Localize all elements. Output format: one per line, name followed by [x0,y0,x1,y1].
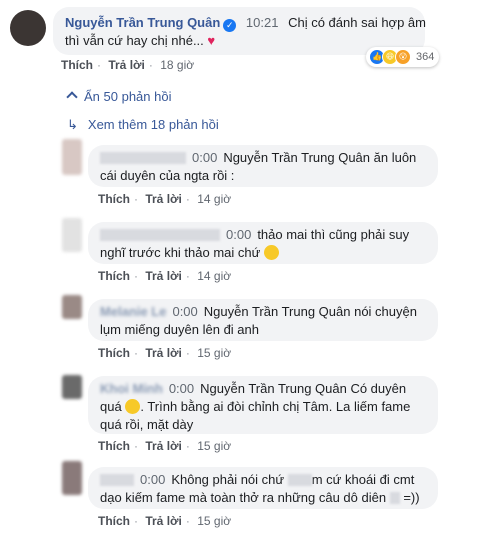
reply-text-line1: thảo mai thì cũng phải suy [257,227,410,242]
like-link[interactable]: Thích [98,269,130,283]
reply-bubble: Melanie Le 0:00 Nguyễn Trần Trung Quân nói… [88,299,438,341]
reaction-count: 364 [416,51,435,63]
reply-time: 0:00 [172,304,198,319]
like-link[interactable]: Thích [98,346,130,360]
reply-bubble: Khoi Minh 0:00 Nguyễn Trần Trung Quân Có d… [88,376,438,434]
reply-text-line1: Nguyễn Trần Trung Quân nói chuyện [203,304,417,319]
reply-time: 0:00 [140,472,166,487]
avatar[interactable] [62,461,82,495]
reply-time: 0:00 [226,227,252,242]
reply-author[interactable]: Khoi Minh [100,381,163,396]
reply-actions: Thích · Trả lời · 14 giờ [98,269,232,283]
like-link[interactable]: Thích [98,439,130,453]
comment-text-line2: thì vẫn cứ hay chị nhé... [65,33,204,48]
reply-actions: Thích · Trả lời · 15 giờ [98,346,232,360]
reply-actions: Thích · Trả lời · 14 giờ [98,192,232,206]
reply-bubble: 0:00 Không phải nói chứ m cứ khoái đi cmt… [88,467,438,509]
reply-text-line2: quá [100,399,122,414]
hide-replies-link[interactable]: Ẩn 50 phản hồi [66,89,171,104]
reply-link[interactable]: Trả lời [145,514,182,528]
reply-text-line2: lụm miếng duyên lên đi anh [100,322,259,337]
reply-actions: Thích · Trả lời · 15 giờ [98,514,232,528]
like-link[interactable]: Thích [61,58,93,72]
reply-bubble: 0:00 Nguyễn Trần Trung Quân ăn luôn cái d… [88,145,438,187]
heart-icon: ♥ [207,33,216,48]
reaction-summary[interactable]: 👍 😆 😮 364 [366,47,440,67]
chevron-up-icon [66,91,78,103]
smile-emoji-icon [263,245,279,260]
redacted-name[interactable] [100,229,220,241]
reply-text-line2: nghĩ trước khi thảo mai chứ [100,245,261,260]
reply-text-line1: Nguyễn Trần Trung Quân ăn luôn [223,150,417,165]
comment-actions: Thích · Trả lời · 18 giờ [61,58,195,72]
reply-age[interactable]: 14 giờ [197,269,231,283]
reply-link[interactable]: Trả lời [145,192,182,206]
reply-text-line2a: dạo kiếm fame mà toàn thở ra những câu d… [100,490,387,505]
reply-link[interactable]: Trả lời [145,439,182,453]
reply-bubble: 0:00 thảo mai thì cũng phải suy nghĩ trướ… [88,222,438,264]
comment-age[interactable]: 18 giờ [160,58,194,72]
redacted-name[interactable] [100,474,134,486]
avatar[interactable] [62,218,82,252]
reply-age[interactable]: 15 giờ [197,346,231,360]
reply-age[interactable]: 14 giờ [197,192,231,206]
reply-age[interactable]: 15 giờ [197,439,231,453]
comment-text-line1: Chị có đánh sai hợp âm [288,15,426,30]
avatar[interactable] [62,375,82,399]
reply-text-line1b: m cứ khoái đi cmt [311,472,415,487]
view-more-replies-link[interactable]: ↳ Xem thêm 18 phản hồi [67,117,219,133]
comment-time: 10:21 [245,15,279,30]
redacted-text [389,492,400,504]
reply-text-line2b: =)) [403,490,420,505]
reply-time: 0:00 [192,150,218,165]
avatar[interactable] [62,139,82,175]
wow-reaction-icon: 😮 [395,49,411,65]
reply-text-line1a: Không phải nói chứ [171,472,285,487]
reply-link[interactable]: Trả lời [145,346,182,360]
reply-text-line2: cái duyên của ngta rồi : [100,168,235,183]
redacted-name[interactable] [100,152,186,164]
reply-text-line1: Nguyễn Trần Trung Quân Có duyên [200,381,407,396]
reply-author[interactable]: Melanie Le [100,304,166,319]
avatar[interactable] [62,295,82,319]
reply-time: 0:00 [168,381,195,396]
reply-text-line3: quá rồi, mặt dày [100,417,194,432]
avatar[interactable] [10,10,46,46]
reply-actions: Thích · Trả lời · 15 giờ [98,439,232,453]
verified-badge-icon: ✓ [223,19,237,32]
reply-age[interactable]: 15 giờ [197,514,231,528]
like-link[interactable]: Thích [98,192,130,206]
like-link[interactable]: Thích [98,514,130,528]
redacted-text [287,474,312,486]
reply-link[interactable]: Trả lời [108,58,145,72]
reply-link[interactable]: Trả lời [145,269,182,283]
smirk-emoji-icon [125,399,141,414]
reply-text-line2b: . Trình bằng ai đòi chỉnh chị Tâm. La li… [140,399,411,414]
main-comment-bubble: Nguyễn Trần Trung Quân ✓ 10:21 Chị có đán… [53,7,426,55]
reply-arrow-icon: ↳ [67,117,78,132]
comment-author[interactable]: Nguyễn Trần Trung Quân [65,15,220,30]
